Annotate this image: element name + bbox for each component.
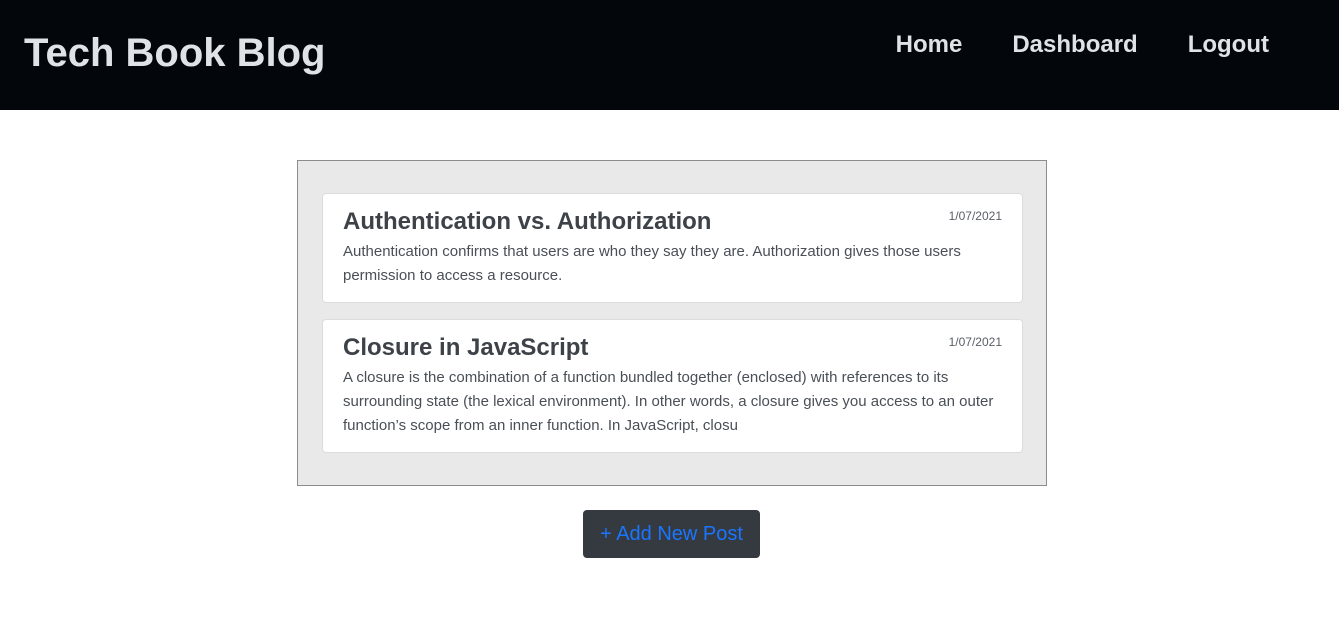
posts-container: Authentication vs. Authorization 1/07/20… <box>297 160 1047 486</box>
add-new-post-button[interactable]: + Add New Post <box>583 510 760 558</box>
post-body: Authentication confirms that users are w… <box>343 243 961 284</box>
nav-logout-link[interactable]: Logout <box>1188 30 1269 60</box>
nav-links: Home Dashboard Logout <box>846 30 1269 60</box>
post-title[interactable]: Closure in JavaScript <box>343 333 1002 363</box>
nav-dashboard-link[interactable]: Dashboard <box>1012 30 1137 60</box>
post-title[interactable]: Authentication vs. Authorization <box>343 207 1002 237</box>
post-card[interactable]: Authentication vs. Authorization 1/07/20… <box>322 193 1023 303</box>
post-body: A closure is the combination of a functi… <box>343 369 994 434</box>
nav-home-link[interactable]: Home <box>896 30 963 60</box>
post-date: 1/07/2021 <box>948 209 1002 223</box>
site-title[interactable]: Tech Book Blog <box>24 28 325 78</box>
navbar: Tech Book Blog Home Dashboard Logout <box>0 0 1339 110</box>
post-date: 1/07/2021 <box>948 335 1002 349</box>
post-card[interactable]: Closure in JavaScript 1/07/2021 A closur… <box>322 319 1023 453</box>
